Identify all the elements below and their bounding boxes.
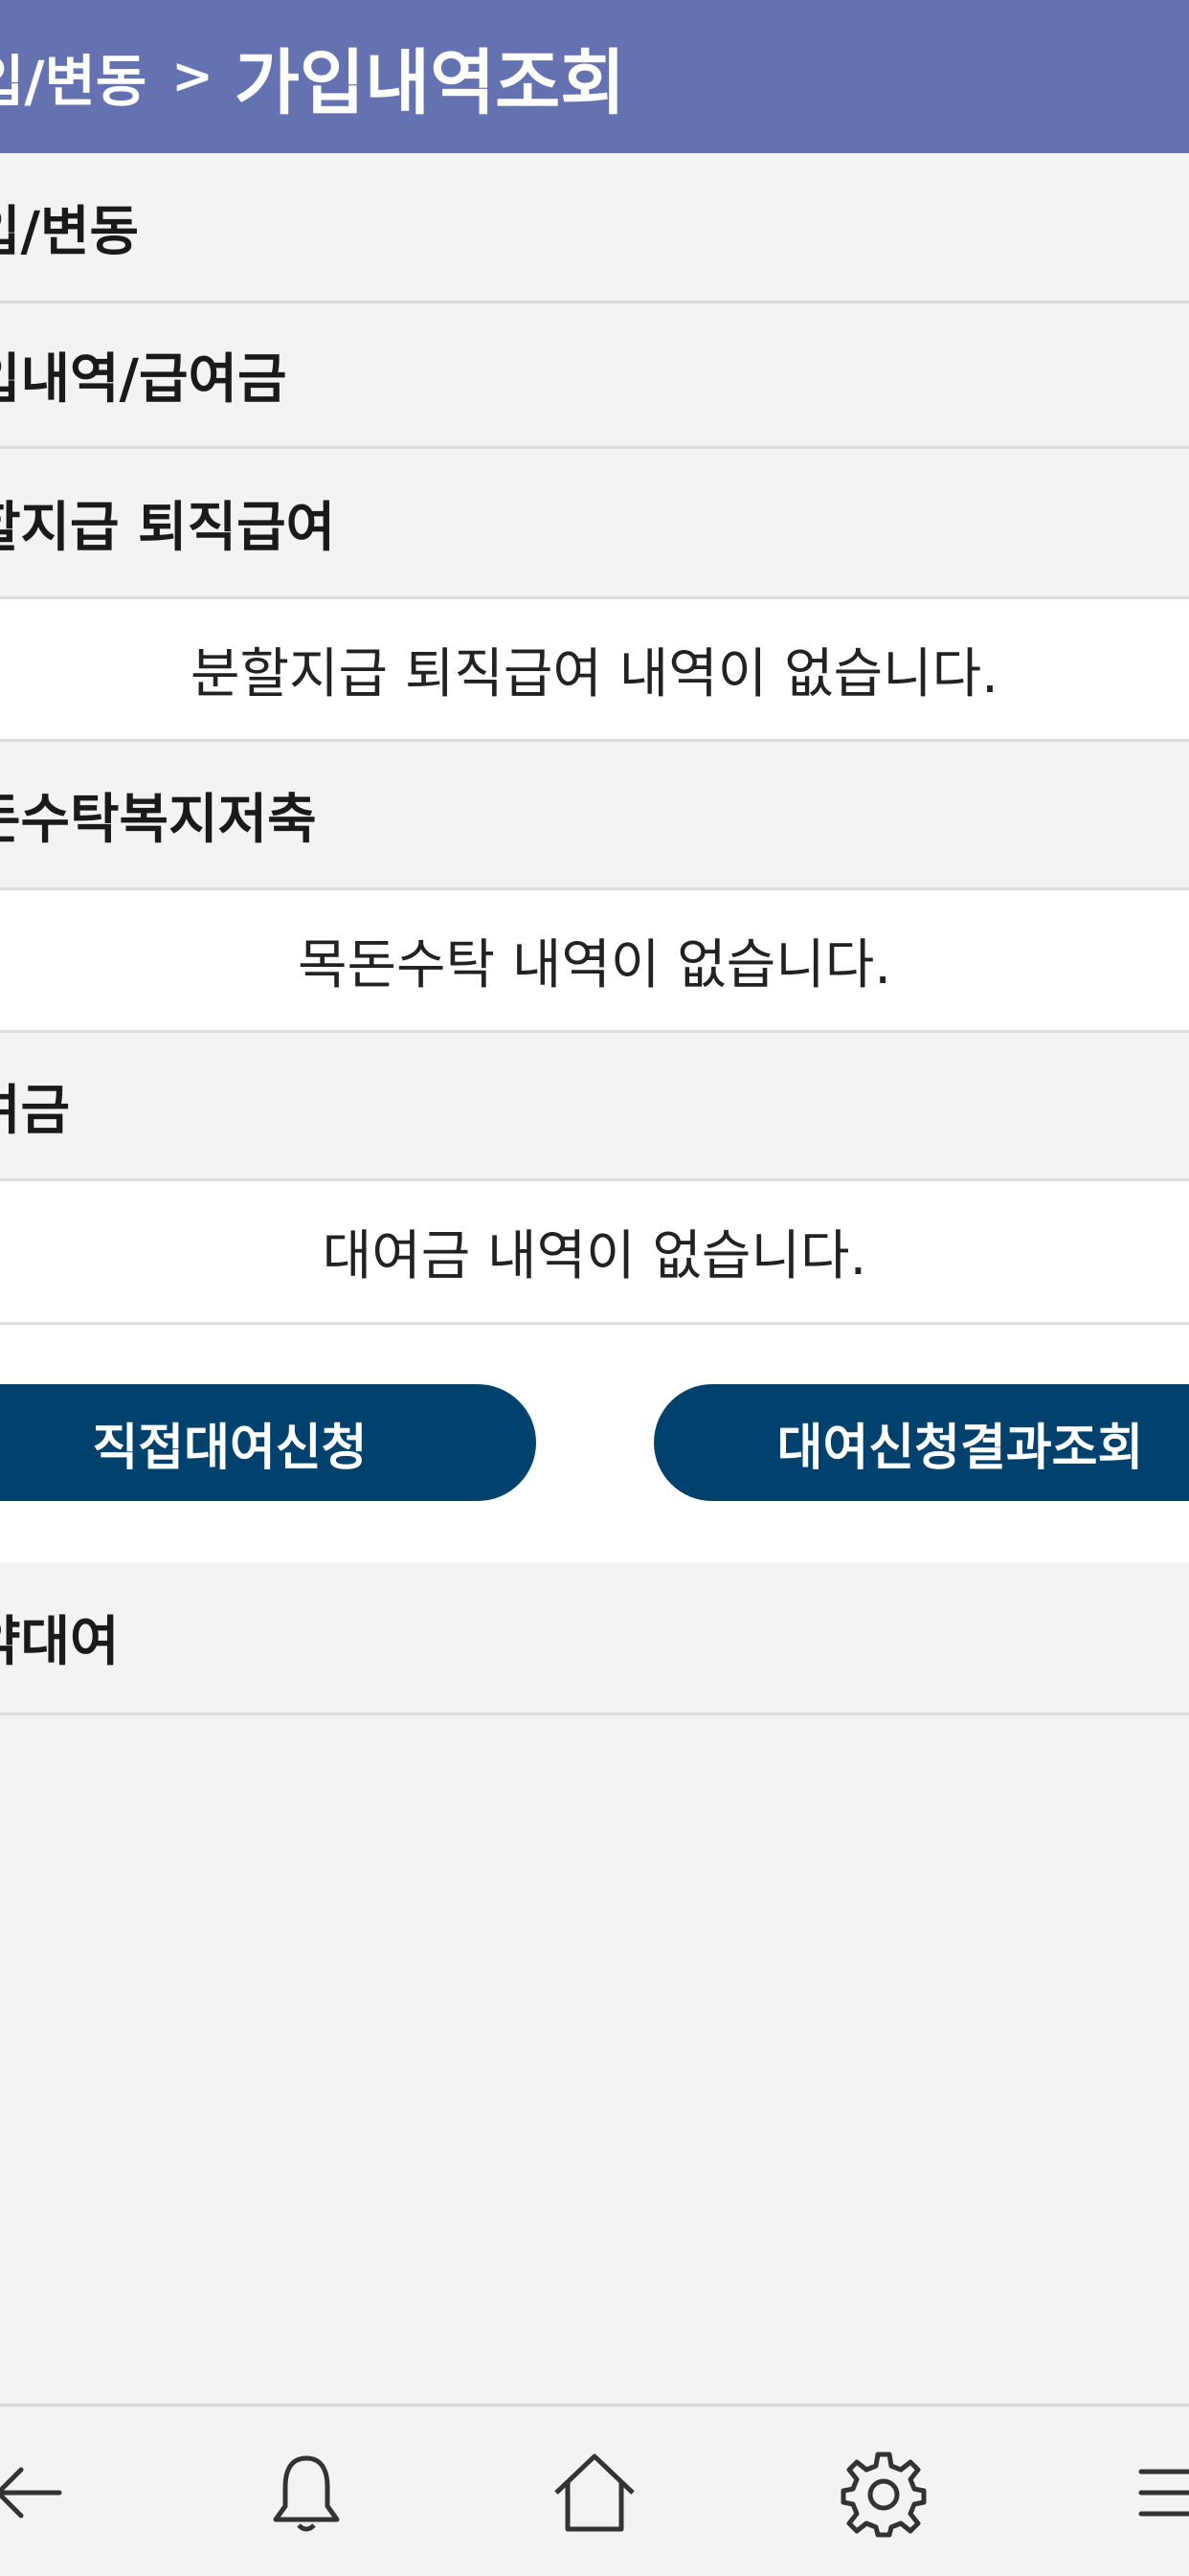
installment-empty-message: 분할지급 퇴직급여 내역이 없습니다. bbox=[0, 599, 1189, 742]
menu-icon[interactable] bbox=[1130, 2445, 1189, 2541]
trust-savings-empty-text: 목돈수탁 내역이 없습니다. bbox=[297, 933, 892, 997]
home-icon[interactable] bbox=[547, 2445, 642, 2541]
section-history-loan[interactable]: 입내역/급여금 bbox=[0, 303, 1189, 449]
section-installment-label: 할지급 퇴직급여 bbox=[0, 496, 336, 559]
gear-icon[interactable] bbox=[836, 2445, 931, 2541]
section-trust-savings-label: 돈수탁복지저축 bbox=[0, 788, 317, 851]
bell-icon[interactable] bbox=[258, 2445, 354, 2541]
section-installment[interactable]: 할지급 퇴직급여 bbox=[0, 449, 1189, 599]
bottom-nav bbox=[0, 2404, 1189, 2576]
loan-action-buttons: 직접대여신청 대여신청결과조회 bbox=[0, 1325, 1189, 1565]
section-contract-loan[interactable]: 약대여 bbox=[0, 1562, 1189, 1715]
loan-result-button[interactable]: 대여신청결과조회 bbox=[654, 1384, 1189, 1501]
section-trust-savings[interactable]: 돈수탁복지저축 bbox=[0, 742, 1189, 890]
section-join-change[interactable]: 입/변동 bbox=[0, 153, 1189, 303]
back-arrow-icon[interactable] bbox=[0, 2445, 77, 2541]
page-title: 가입내역조회 bbox=[234, 41, 626, 124]
page-header: 입/변동 > 가입내역조회 bbox=[0, 0, 1189, 153]
section-history-loan-label: 입내역/급여금 bbox=[0, 348, 287, 411]
breadcrumb[interactable]: 입/변동 bbox=[0, 36, 146, 117]
section-loan[interactable]: 여금 bbox=[0, 1033, 1189, 1181]
section-contract-loan-label: 약대여 bbox=[0, 1611, 120, 1673]
loan-empty-message: 대여금 내역이 없습니다. bbox=[0, 1181, 1189, 1325]
breadcrumb-separator: > bbox=[171, 48, 213, 105]
trust-savings-empty-message: 목돈수탁 내역이 없습니다. bbox=[0, 890, 1189, 1033]
loan-empty-text: 대여금 내역이 없습니다. bbox=[322, 1225, 867, 1288]
installment-empty-text: 분할지급 퇴직급여 내역이 없습니다. bbox=[190, 642, 998, 706]
section-join-change-label: 입/변동 bbox=[0, 200, 140, 263]
section-loan-label: 여금 bbox=[0, 1079, 71, 1142]
direct-loan-button[interactable]: 직접대여신청 bbox=[0, 1384, 536, 1501]
